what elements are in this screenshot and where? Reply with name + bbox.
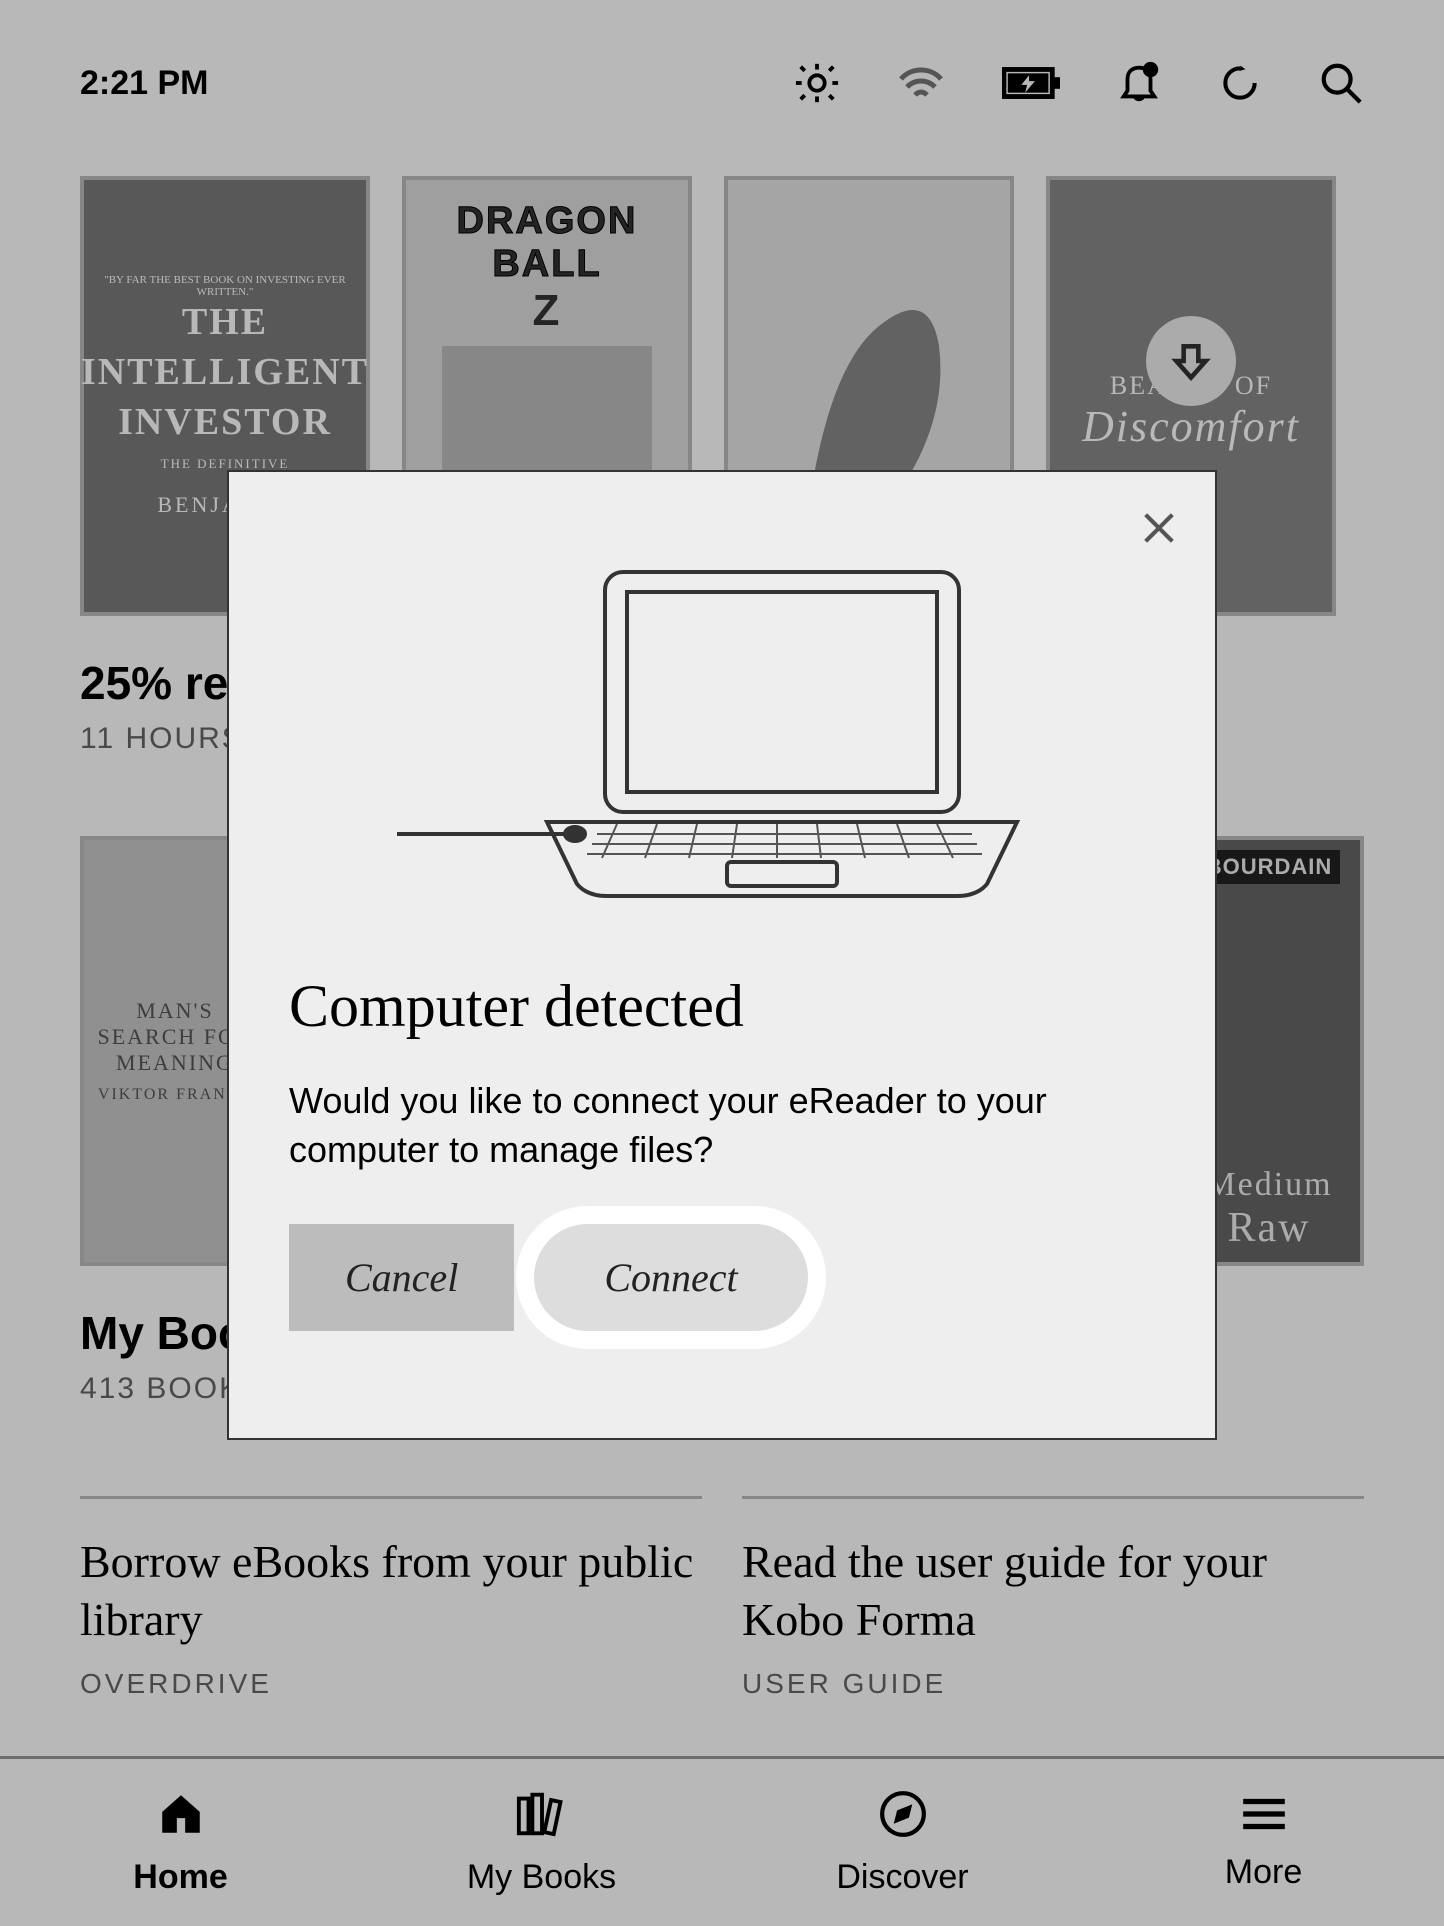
dialog-body: Would you like to connect your eReader t… <box>289 1077 1155 1174</box>
close-icon[interactable] <box>1139 508 1179 553</box>
nav-discover[interactable]: Discover <box>722 1759 1083 1926</box>
wifi-icon[interactable] <box>896 63 946 103</box>
sync-icon[interactable] <box>1218 61 1262 105</box>
home-icon <box>156 1789 206 1848</box>
books-icon <box>515 1789 569 1848</box>
laptop-icon <box>289 562 1155 902</box>
computer-detected-dialog: Computer detected Would you like to conn… <box>227 470 1217 1440</box>
download-icon[interactable] <box>1146 316 1236 406</box>
compass-icon <box>878 1789 928 1848</box>
connect-button[interactable]: Connect <box>534 1224 807 1331</box>
bottom-nav: Home My Books Discover More <box>0 1756 1444 1926</box>
search-icon[interactable] <box>1318 60 1364 106</box>
status-icons <box>794 60 1364 106</box>
brightness-icon[interactable] <box>794 60 840 106</box>
status-bar: 2:21 PM <box>0 0 1444 136</box>
userguide-tile[interactable]: Read the user guide for your Kobo Forma … <box>742 1496 1364 1700</box>
nav-more[interactable]: More <box>1083 1759 1444 1926</box>
overdrive-tile[interactable]: Borrow eBooks from your public library O… <box>80 1496 702 1700</box>
clock-label: 2:21 PM <box>80 64 209 103</box>
cancel-button[interactable]: Cancel <box>289 1224 514 1331</box>
nav-home[interactable]: Home <box>0 1759 361 1926</box>
battery-charging-icon <box>1002 66 1060 100</box>
nav-mybooks[interactable]: My Books <box>361 1759 722 1926</box>
dialog-title: Computer detected <box>289 972 1155 1041</box>
notifications-icon[interactable] <box>1116 60 1162 106</box>
menu-icon <box>1239 1794 1289 1843</box>
